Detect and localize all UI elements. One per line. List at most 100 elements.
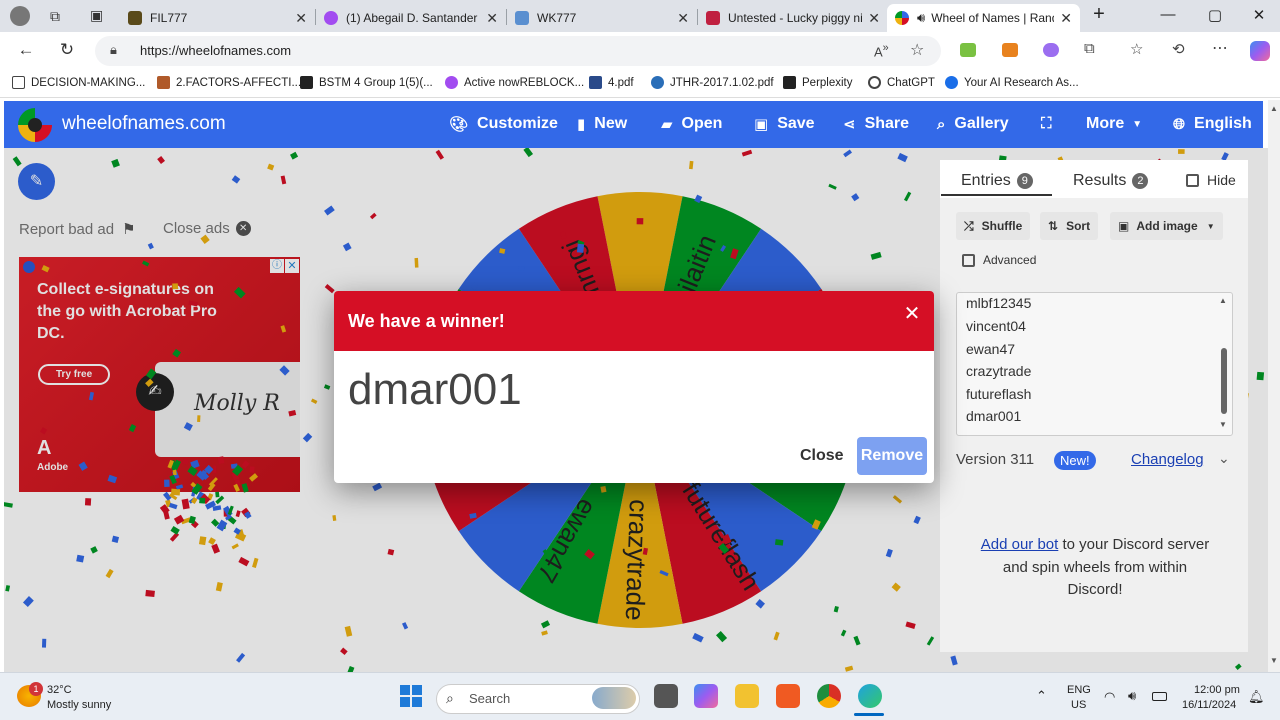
extensions-icon[interactable]: ⧉ [1084, 40, 1095, 57]
clock-time[interactable]: 12:00 pm [1194, 684, 1240, 696]
more-options-icon[interactable]: ⋯ [1212, 38, 1228, 58]
volume-icon[interactable]: 🔊︎ [1128, 688, 1136, 704]
tab-favicon-icon [515, 11, 529, 25]
new-button[interactable]: ▮ New [577, 115, 627, 133]
extension-icon[interactable] [960, 43, 976, 57]
file-explorer-icon[interactable] [735, 684, 759, 708]
customize-label: Customize [477, 115, 558, 132]
tab-actions-icon[interactable]: ▣ [90, 7, 103, 24]
close-tab-icon[interactable]: ✕ [486, 10, 498, 27]
close-tab-icon[interactable]: ✕ [868, 10, 880, 27]
advanced-checkbox[interactable]: Advanced [962, 253, 1036, 267]
brave-icon[interactable] [776, 684, 800, 708]
maximize-button[interactable]: ▢ [1200, 6, 1230, 24]
gallery-button[interactable]: ⌕ Gallery [937, 115, 1009, 133]
share-button[interactable]: ⋖ Share [843, 115, 909, 133]
add-image-button[interactable]: ▣ Add image ▼ [1110, 212, 1223, 240]
chevron-up-icon[interactable]: ⌃ [1036, 688, 1047, 704]
edge-icon[interactable] [858, 684, 882, 708]
url-text[interactable]: https://wheelofnames.com [140, 43, 291, 58]
weather-desc[interactable]: Mostly sunny [47, 699, 111, 711]
tab-wk777[interactable]: WK777 ✕ [507, 4, 697, 32]
entries-scroll-thumb[interactable] [1221, 348, 1227, 414]
scroll-up-icon[interactable]: ▲ [1219, 296, 1227, 305]
entry-item[interactable]: mlbf12345 [966, 295, 1031, 311]
windows-start-icon[interactable] [400, 685, 422, 707]
bookmark-item[interactable]: ChatGPT [868, 76, 935, 89]
discord-bot-link[interactable]: Add our bot [981, 536, 1059, 553]
copilot-icon[interactable] [1250, 41, 1270, 61]
entry-item[interactable]: dmar001 [966, 408, 1021, 424]
fullscreen-button[interactable]: ⛶ [1041, 115, 1061, 132]
save-button[interactable]: ▣ Save [754, 115, 815, 133]
changelog-link[interactable]: Changelog [1131, 451, 1204, 468]
hide-checkbox[interactable]: Hide [1186, 172, 1236, 188]
page-scrollbar[interactable] [1268, 100, 1280, 672]
battery-icon[interactable] [1152, 692, 1167, 701]
bookmark-item[interactable]: DECISION-MAKING... [12, 76, 145, 89]
entry-item[interactable]: crazytrade [966, 363, 1031, 379]
bookmark-item[interactable]: Perplexity [783, 76, 853, 89]
weather-temp[interactable]: 32°C [47, 684, 72, 696]
close-window-button[interactable]: ✕ [1244, 6, 1274, 24]
taskbar-search-label: Search [469, 691, 511, 706]
sort-button[interactable]: ⇅ Sort [1040, 212, 1099, 240]
scroll-down-icon[interactable]: ▼ [1268, 656, 1280, 665]
minimize-button[interactable]: — [1153, 6, 1183, 23]
customize-button[interactable]: 🎨︎ Customize [449, 115, 558, 133]
wifi-icon[interactable]: ◠ [1104, 689, 1115, 705]
chevron-down-icon[interactable]: ⌄ [1218, 450, 1230, 467]
bookmark-item[interactable]: JTHR-2017.1.02.pdf [651, 76, 774, 89]
tab-messenger[interactable]: (1) Abegail D. Santander | Messenger ✕ [316, 4, 506, 32]
entry-item[interactable]: futureflash [966, 386, 1031, 402]
tab-results[interactable]: Results 2 [1073, 172, 1149, 190]
site-title[interactable]: wheelofnames.com [62, 113, 226, 135]
favorite-star-icon[interactable]: ☆ [910, 40, 924, 60]
tab-fil777[interactable]: FIL777 ✕ [120, 4, 315, 32]
language-us[interactable]: US [1071, 699, 1086, 711]
language-eng[interactable]: ENG [1067, 684, 1091, 696]
favorites-icon[interactable]: ☆ [1130, 40, 1143, 58]
metamask-icon[interactable] [1002, 43, 1018, 57]
remove-button[interactable]: Remove [857, 437, 927, 475]
open-button[interactable]: ▰ Open [661, 115, 722, 133]
shuffle-button[interactable]: ⤮ Shuffle [956, 212, 1031, 240]
clock-date[interactable]: 16/11/2024 [1182, 699, 1236, 711]
bookmark-item[interactable]: 4.pdf [589, 76, 634, 89]
close-button[interactable]: Close [790, 440, 854, 472]
speaker-icon[interactable]: 🔊︎ [917, 10, 925, 26]
language-button[interactable]: 🌐︎ English [1173, 115, 1252, 133]
history-icon[interactable]: ⟲ [1172, 40, 1185, 58]
bookmark-item[interactable]: BSTM 4 Group 1(5)(... [300, 76, 433, 89]
entry-item[interactable]: vincent04 [966, 318, 1026, 334]
read-aloud-icon[interactable]: A» [874, 42, 889, 59]
notifications-bell-icon[interactable]: 🔔︎ [1248, 689, 1265, 705]
bookmark-item[interactable]: Active nowREBLOCK... [445, 76, 584, 89]
chrome-icon[interactable] [817, 684, 841, 708]
tab-lucky-piggy[interactable]: Untested - Lucky piggy ni WK777 ✕ [698, 4, 888, 32]
workspaces-icon[interactable]: ⧉ [50, 8, 60, 25]
bookmark-item[interactable]: 2.FACTORS-AFFECTI... [157, 76, 301, 89]
lock-icon[interactable]: 🔒︎ [110, 42, 117, 58]
close-tab-icon[interactable]: ✕ [1060, 10, 1072, 27]
close-tab-icon[interactable]: ✕ [295, 10, 307, 27]
entry-item[interactable]: ewan47 [966, 341, 1015, 357]
back-icon[interactable]: ← [14, 40, 38, 60]
dialog-close-icon[interactable]: ✕ [900, 301, 924, 326]
profile-icon[interactable] [10, 6, 30, 26]
new-tab-button[interactable]: + [1084, 3, 1114, 26]
tab-favicon-icon [128, 11, 142, 25]
task-view-icon[interactable] [654, 684, 678, 708]
bookmark-item[interactable]: Your AI Research As... [945, 76, 1079, 89]
refresh-icon[interactable]: ↻ [55, 40, 79, 60]
extension-icon[interactable] [1043, 43, 1059, 57]
scroll-down-icon[interactable]: ▼ [1219, 420, 1227, 429]
close-tab-icon[interactable]: ✕ [677, 10, 689, 27]
copilot-taskbar-icon[interactable] [694, 684, 718, 708]
scroll-up-icon[interactable]: ▲ [1268, 104, 1280, 113]
wordpress-icon [651, 76, 664, 89]
language-label: English [1194, 115, 1252, 132]
more-button[interactable]: More ▼ [1086, 115, 1142, 133]
tab-entries[interactable]: Entries 9 [961, 172, 1033, 190]
tab-wheel-of-names[interactable]: 🔊︎ Wheel of Names | Random name picker ✕ [887, 4, 1080, 32]
